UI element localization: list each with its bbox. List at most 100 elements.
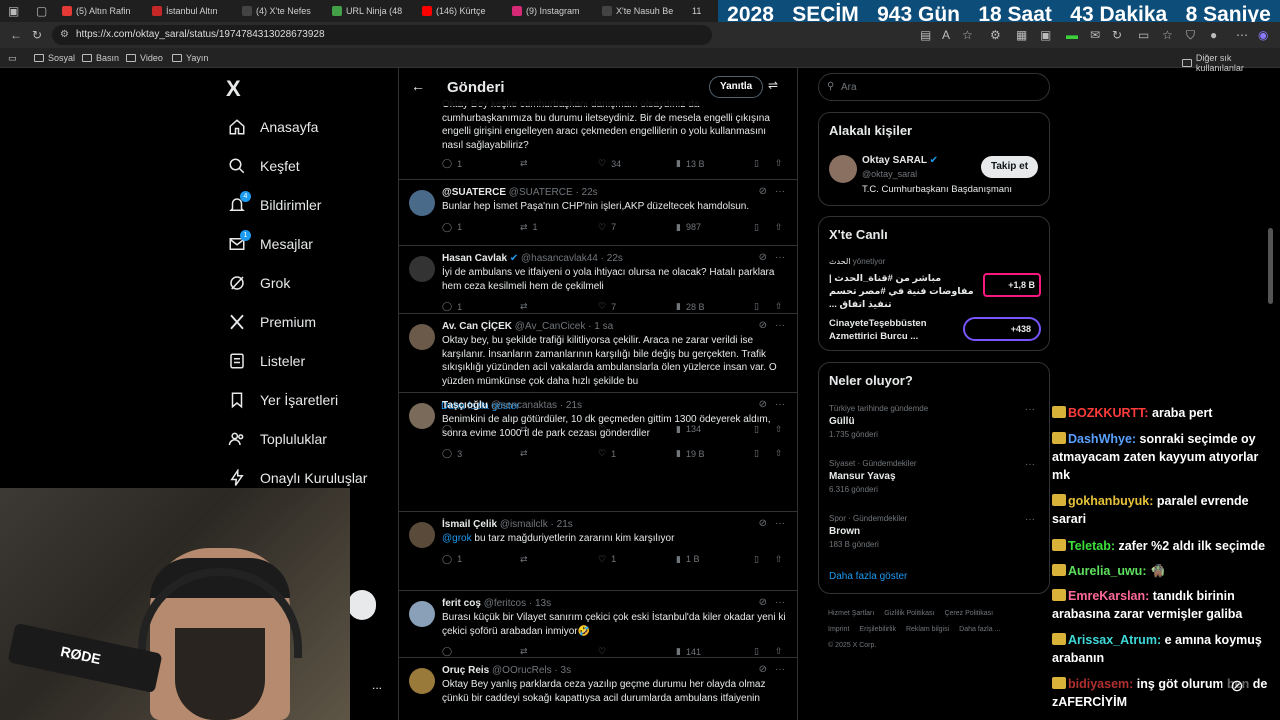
share-action[interactable]: ⇧ (775, 448, 783, 459)
more-options-icon[interactable]: ··· (775, 320, 785, 331)
favorite-star-icon[interactable]: ☆ (962, 28, 973, 42)
share-action[interactable]: ⇧ (775, 301, 783, 312)
bookmark-action[interactable]: ▯ (754, 301, 759, 312)
like-action[interactable]: ♡ 7 (598, 222, 616, 233)
repost-action[interactable]: ⇄ (520, 554, 533, 565)
x-logo[interactable]: X (226, 76, 241, 102)
avatar[interactable] (409, 324, 435, 350)
filter-icon[interactable]: ⇌ (768, 78, 778, 92)
grok-explain-icon[interactable]: ⊘ (759, 597, 767, 608)
nav-item-verified-orgs[interactable]: Onaylı Kuruluşlar (228, 469, 367, 487)
views-action[interactable]: ▮ 987 (676, 222, 701, 233)
browser-tab[interactable]: X'te Nasuh Be (602, 2, 684, 20)
trend-item[interactable]: Türkiye tarihinde gündemde Güllü 1.735 g… (829, 404, 1041, 439)
footer-link[interactable]: Imprint (828, 626, 849, 633)
avatar[interactable] (409, 256, 435, 282)
live-host[interactable]: الحدث yönetiyor (829, 257, 885, 266)
more-options-icon[interactable]: ··· (1025, 514, 1035, 525)
live-listener-count[interactable]: +1,8 B (983, 273, 1041, 297)
favorites-icon[interactable]: ☆ (1162, 28, 1173, 42)
footer-link[interactable]: Daha fazla ... (959, 626, 1000, 633)
url-field[interactable]: https://x.com/oktay_saral/status/1974784… (52, 25, 712, 45)
repost-action[interactable]: ⇄ (520, 301, 533, 312)
more-options-icon[interactable]: ··· (775, 518, 785, 529)
nav-item-communities[interactable]: Topluluklar (228, 430, 327, 448)
tab-actions-icon[interactable]: ▢ (36, 4, 47, 18)
reader-icon[interactable]: ▤ (920, 28, 931, 42)
footer-link[interactable]: Erişilebilirlik (859, 626, 896, 633)
extension-icon[interactable]: ↻ (1112, 28, 1122, 42)
repost-action[interactable]: ⇄ 1 (520, 222, 538, 233)
more-options-icon[interactable]: ··· (775, 186, 785, 197)
chat-username[interactable]: gokhanbuyuk (1068, 494, 1149, 508)
browser-tab[interactable]: (4) X'te Nefes (242, 2, 324, 20)
author-name[interactable]: ferit coş (442, 598, 481, 609)
reply-tweet[interactable]: ferit coş @feritcos · 13s ⊘ ··· Burası küçü… (399, 591, 797, 658)
bookmark-folder[interactable]: Video (126, 53, 163, 63)
trend-item[interactable]: Spor · Gündemdekiler Brown 183 B gönderi… (829, 514, 1041, 549)
chat-username[interactable]: EmreKarslan (1068, 589, 1145, 603)
nav-item-notifications[interactable]: 4 Bildirimler (228, 191, 321, 214)
copilot-icon[interactable]: ◉ (1258, 28, 1268, 42)
reply-action[interactable]: ◯ 1 (442, 301, 462, 312)
avatar[interactable] (409, 190, 435, 216)
grok-explain-icon[interactable]: ⊘ (759, 518, 767, 529)
share-action[interactable]: ⇧ (775, 554, 783, 565)
extension-icon[interactable]: ▬ (1066, 28, 1078, 42)
bookmark-folder[interactable]: Yayın (172, 53, 208, 63)
nav-item-explore[interactable]: Keşfet (228, 157, 300, 175)
nav-item-grok[interactable]: Grok (228, 274, 290, 292)
like-action[interactable]: ♡ (598, 646, 611, 657)
site-info-icon[interactable]: ⚙ (60, 29, 69, 40)
reply-tweet[interactable]: Hasan Cavlak ✔ @hasancavlak44 · 22s ⊘ ··· İ… (399, 246, 797, 314)
browser-tab[interactable]: (146) Kürtçe (422, 2, 504, 20)
browser-tab[interactable]: URL Ninja (48 (332, 2, 414, 20)
live-listener-count[interactable]: +438 (963, 317, 1041, 341)
bookmark-folder[interactable]: Basın (82, 53, 119, 63)
bookmark-action[interactable]: ▯ (754, 554, 759, 565)
bookmark-action[interactable]: ▯ (754, 646, 759, 657)
nav-item-messages[interactable]: 1 Mesajlar (228, 230, 313, 253)
avatar[interactable] (829, 155, 857, 183)
chat-username[interactable]: BOZKKURTT (1068, 406, 1144, 420)
extension-icon[interactable]: ⚙ (990, 28, 1001, 42)
more-options-icon[interactable]: ··· (775, 664, 785, 675)
nav-item-home[interactable]: Anasayfa (228, 118, 318, 136)
author-handle[interactable]: @Av_CanCicek · 1 sa (515, 321, 613, 332)
mention-link[interactable]: @grok (442, 533, 472, 544)
more-options-icon[interactable]: ··· (1025, 459, 1035, 470)
avatar[interactable] (409, 668, 435, 694)
chat-username[interactable]: Aurelia_uwu (1068, 564, 1142, 578)
share-action[interactable]: ⇧ (775, 646, 783, 657)
more-options-icon[interactable]: ··· (775, 399, 785, 410)
footer-link[interactable]: Reklam bilgisi (906, 626, 949, 633)
author-handle[interactable]: @hasancavlak44 · 22s (521, 253, 623, 264)
post-button[interactable] (348, 590, 376, 620)
share-action[interactable]: ⇧ (775, 222, 783, 233)
views-action[interactable]: ▮ 1 B (676, 554, 699, 565)
chat-username[interactable]: Teletab (1068, 539, 1111, 553)
reply-tweet[interactable]: Taşçıoğlu @sencanaktas · 21s ⊘ ··· Benimkin… (399, 393, 797, 512)
live-title[interactable]: CinayeteTeşebbüsten Azmettirici Burcu ..… (829, 317, 969, 343)
grok-float-icon[interactable]: ⊘ (1222, 672, 1252, 702)
search-input[interactable]: ⚲ Ara (818, 73, 1050, 101)
browser-tab[interactable]: (5) Altın Rafin (62, 2, 144, 20)
views-action[interactable]: ▮ 13 B (676, 158, 704, 169)
browser-tab[interactable]: İstanbul Altın (152, 2, 234, 20)
shield-icon[interactable]: ⛉ (1186, 28, 1195, 43)
bookmark-action[interactable]: ▯ (754, 158, 759, 169)
chat-username[interactable]: Arissax_Atrum (1068, 633, 1157, 647)
repost-action[interactable]: ⇄ (520, 646, 533, 657)
author-handle[interactable]: @SUATERCE · 22s (509, 187, 598, 198)
reply-action[interactable]: ◯ 1 (442, 554, 462, 565)
show-more-link[interactable]: Daha fazla göster (829, 571, 907, 582)
footer-link[interactable]: Çerez Politikası (944, 610, 993, 617)
like-action[interactable]: ♡ 7 (598, 301, 616, 312)
live-title[interactable]: مباشر من #قناة_الحدث | مفاوضات فنية في #… (829, 272, 979, 311)
reply-button[interactable]: Yanıtla (709, 76, 764, 98)
author-handle[interactable]: @ismailclk · 21s (500, 519, 573, 530)
reply-tweet[interactable]: Av. Can ÇİÇEK @Av_CanCicek · 1 sa ⊘ ··· Okt… (399, 314, 797, 434)
scrollbar-thumb[interactable] (1268, 228, 1273, 304)
grok-explain-icon[interactable]: ⊘ (759, 664, 767, 675)
reply-action[interactable]: ◯ 1 (442, 222, 462, 233)
